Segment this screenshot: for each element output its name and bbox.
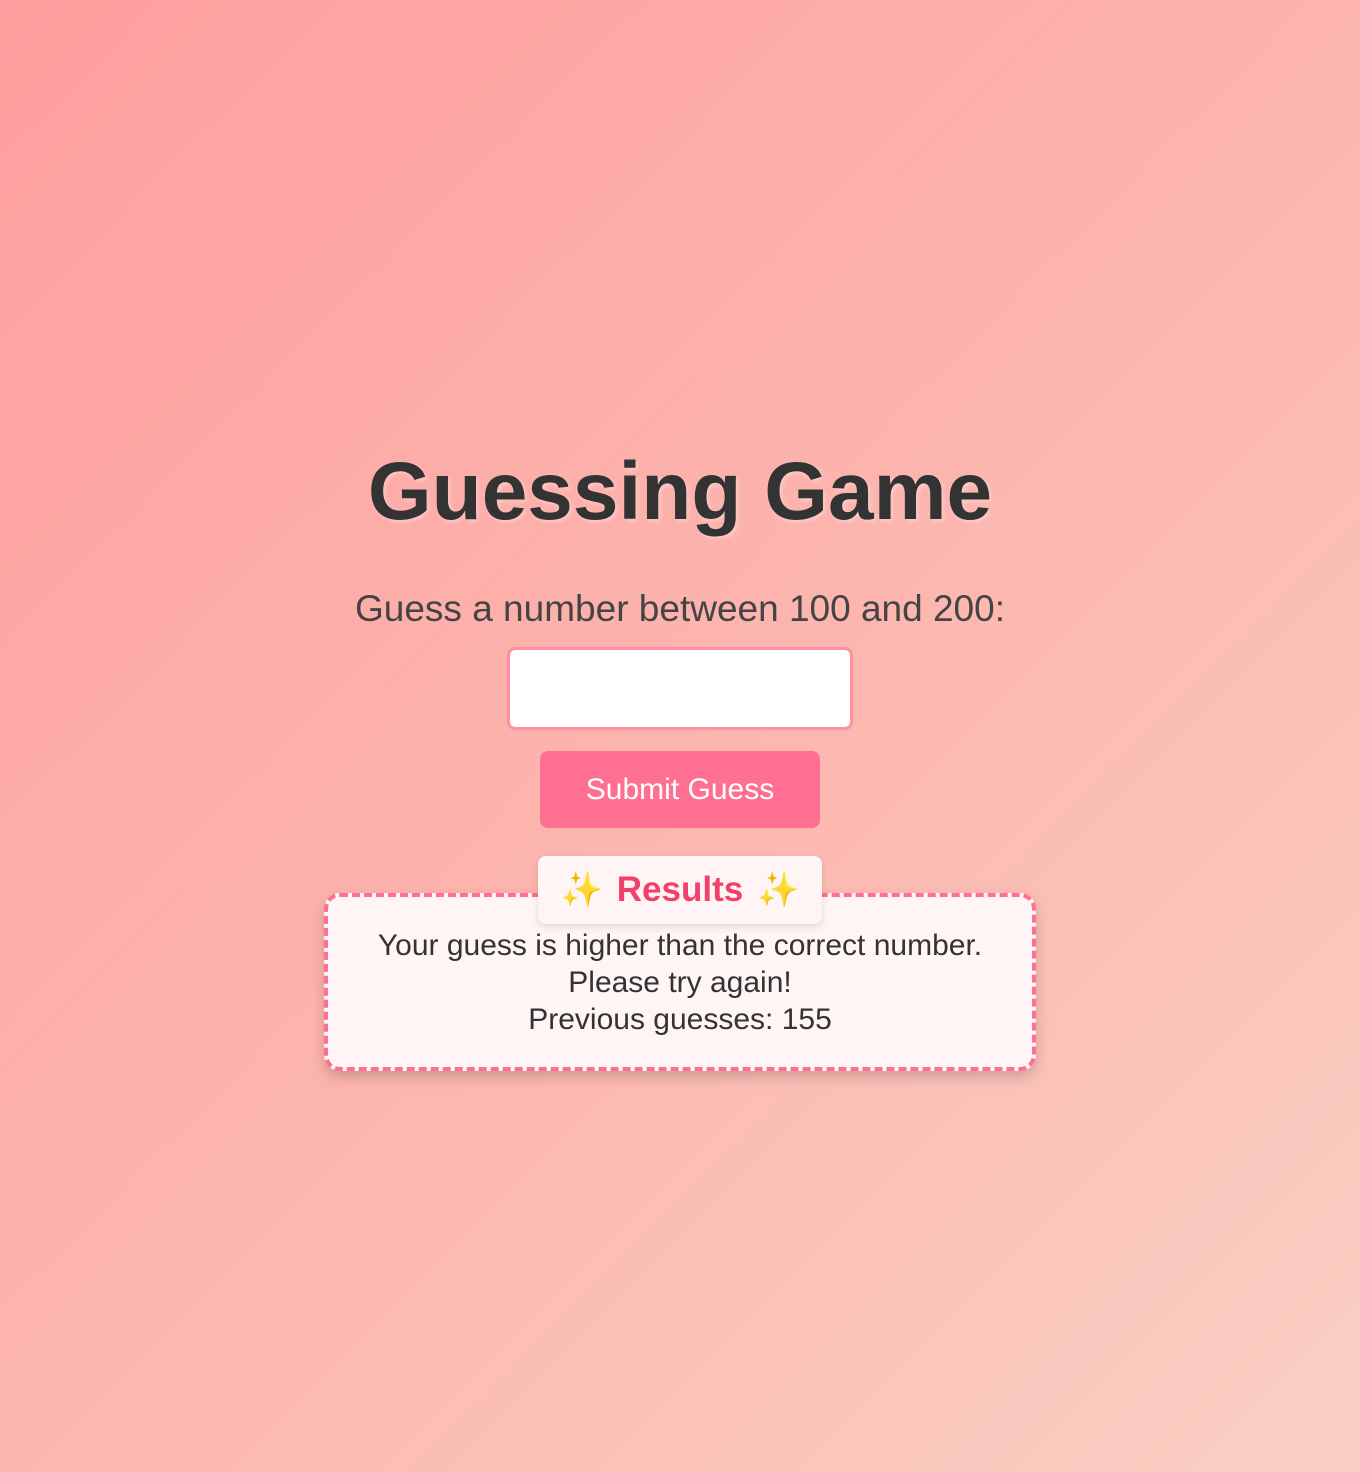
guess-prompt-label: Guess a number between 100 and 200: <box>354 588 1005 629</box>
guess-input[interactable] <box>507 647 853 730</box>
page-title: Guessing Game <box>367 446 993 537</box>
results-heading-tab: ✨ Results ✨ <box>538 856 822 924</box>
sparkles-icon: ✨ <box>757 871 800 909</box>
results-message: Your guess is higher than the correct nu… <box>328 927 1032 1038</box>
sparkles-icon: ✨ <box>560 871 603 909</box>
results-line-previous-guesses: Previous guesses: 155 <box>528 1003 832 1036</box>
results-line-retry: Please try again! <box>568 966 792 999</box>
submit-guess-button[interactable]: Submit Guess <box>540 751 820 828</box>
game-container: Guessing Game Guess a number between 100… <box>0 0 1360 1472</box>
results-heading: Results <box>616 870 744 909</box>
results-line-feedback: Your guess is higher than the correct nu… <box>377 929 983 962</box>
